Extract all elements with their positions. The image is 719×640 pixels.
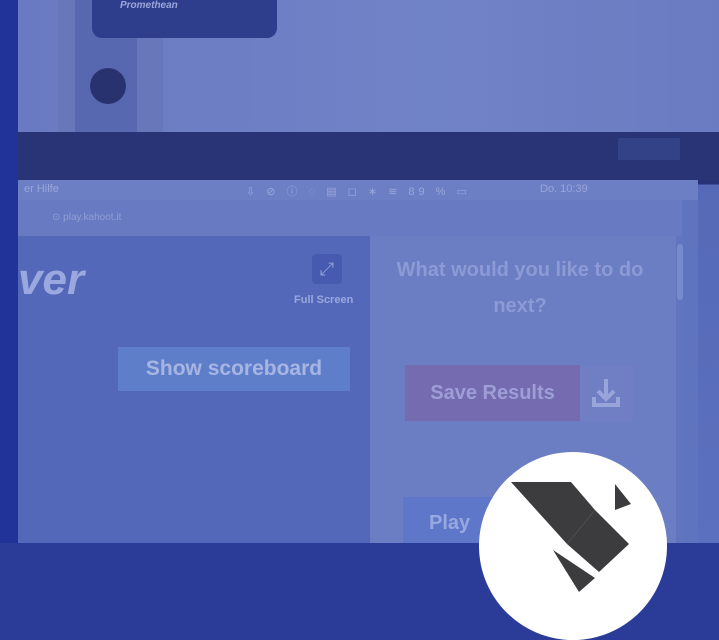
kahoot-logo-fragment: ver (18, 255, 85, 304)
monitor-bezel (18, 132, 719, 180)
browser-url: ⊙ play.kahoot.it (52, 212, 122, 223)
scrollbar-thumb (677, 244, 683, 300)
menubar-clock: Do. 10:39 (540, 183, 588, 195)
projector-lens (90, 68, 126, 104)
show-scoreboard-label: Show scoreboard (145, 357, 323, 380)
next-heading: What would you like to do next? (396, 259, 644, 317)
save-results-button: Save Results (405, 365, 580, 421)
menubar-status-icons: ⇩ ⊘ ⓘ ◌ ▤ ◻ ∗ ≋ 89 % ▭ (246, 186, 471, 198)
menubar-menu-items: er Hilfe (24, 183, 59, 195)
download-icon (580, 365, 633, 421)
monitor-label (618, 138, 680, 160)
show-scoreboard-button: Show scoreboard (118, 347, 350, 391)
left-edge-bar (0, 0, 18, 543)
fullscreen-icon: ⤢ (312, 254, 342, 284)
macos-menubar: er Hilfe ⇩ ⊘ ⓘ ◌ ▤ ◻ ∗ ≋ 89 % ▭ Do. 10:3… (18, 180, 698, 200)
folded-bird-logo-icon (511, 482, 631, 592)
logo-badge (479, 452, 667, 640)
projector-brand: Promethean (120, 0, 178, 11)
save-results-label: Save Results (430, 381, 555, 404)
fullscreen-label: Full Screen (294, 294, 354, 306)
